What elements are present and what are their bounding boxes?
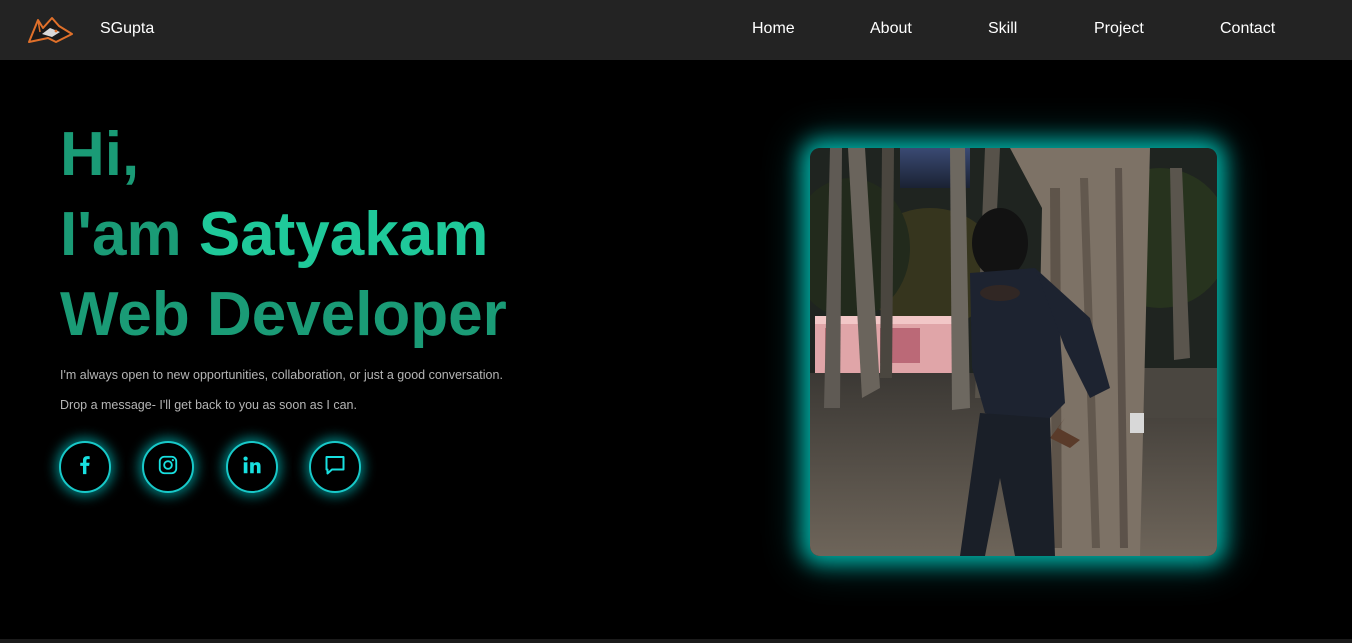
message-button[interactable] xyxy=(309,441,361,493)
facebook-icon xyxy=(74,454,96,481)
bottom-strip xyxy=(0,639,1352,643)
intro-text-line2: Drop a message- I'll get back to you as … xyxy=(60,398,357,412)
profile-photo xyxy=(810,148,1217,556)
name-heading: I'am Satyakam xyxy=(60,204,488,266)
nav-contact[interactable]: Contact xyxy=(1220,20,1275,38)
role-heading: Web Developer xyxy=(60,280,507,349)
facebook-button[interactable] xyxy=(59,441,111,493)
intro-text-line1: I'm always open to new opportunities, co… xyxy=(60,368,503,382)
linkedin-button[interactable] xyxy=(226,441,278,493)
instagram-button[interactable] xyxy=(142,441,194,493)
nav-project[interactable]: Project xyxy=(1094,20,1144,38)
fox-logo-icon[interactable] xyxy=(26,12,74,48)
instagram-icon xyxy=(157,454,179,481)
brand-name[interactable]: SGupta xyxy=(100,20,154,38)
nav-home[interactable]: Home xyxy=(752,20,795,38)
nav-skill[interactable]: Skill xyxy=(988,20,1017,38)
greeting-heading: Hi, xyxy=(60,120,140,189)
linkedin-icon xyxy=(241,454,263,481)
navbar: SGupta Home About Skill Project Contact xyxy=(0,0,1352,60)
intro-prefix: I'am xyxy=(60,200,182,269)
message-icon xyxy=(323,453,347,482)
nav-about[interactable]: About xyxy=(870,20,912,38)
person-name: Satyakam xyxy=(198,200,489,269)
